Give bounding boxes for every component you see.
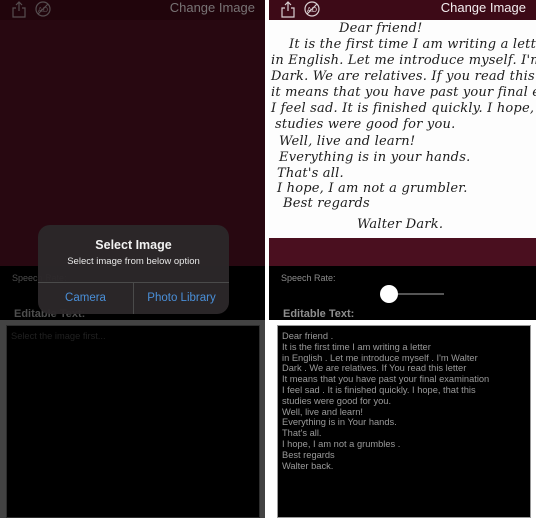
text-line: Dear friend . (282, 331, 334, 341)
text-line: It is the first time I am writing a lett… (282, 341, 431, 352)
letter-line: Best regards (283, 196, 370, 211)
letter-line: in English. Let me introduce myself. I'm… (271, 53, 536, 68)
text-line: Everything is in Your hands. (282, 417, 397, 428)
alert-title: Select Image (95, 238, 172, 252)
left-screen: AD Change Image Speech Rate: Editable Te… (0, 0, 265, 518)
letter-line: It is the first time I am writing a lett… (289, 37, 536, 52)
speech-rate-slider-thumb[interactable] (380, 285, 398, 303)
letter-line: studies were good for you. (275, 117, 456, 132)
letter-line: Dark. We are relatives. If you read this… (271, 69, 536, 84)
text-line: studies were good for you. (282, 395, 392, 406)
text-line: in English . Let me introduce myself . I… (282, 352, 478, 363)
change-image-button[interactable]: Change Image (441, 0, 526, 16)
text-line: Best regards (282, 449, 335, 460)
letter-image: Dear friend! It is the first time I am w… (269, 20, 536, 238)
letter-line: I hope, I am not a grumbler. (277, 181, 468, 196)
letter-line: That's all. (277, 166, 344, 181)
letter-line: it means that you have past your final e… (271, 85, 536, 100)
text-line: It means that you have past your final e… (282, 374, 490, 385)
camera-button[interactable]: Camera (38, 283, 133, 314)
letter-line: I feel sad. It is finished quickly. I ho… (271, 101, 536, 116)
no-ads-icon[interactable]: AD (303, 0, 321, 18)
text-line: Dark . We are relatives. If You read thi… (282, 363, 467, 374)
letter-line: Well, live and learn! (279, 134, 416, 149)
text-line: Walter back. (282, 460, 334, 471)
editable-text-area[interactable]: Dear friend . It is the first time I am … (277, 325, 531, 518)
text-line: That's all. (282, 428, 322, 439)
photo-library-button[interactable]: Photo Library (134, 283, 229, 314)
editable-text-label: Editable Text: (283, 308, 355, 320)
alert-message: Select image from below option (67, 256, 200, 267)
navbar: AD Change Image (269, 0, 536, 20)
right-screen: Dear friend! It is the first time I am w… (269, 0, 536, 518)
share-icon[interactable] (279, 0, 297, 18)
select-image-alert: Select Image Select image from below opt… (38, 225, 229, 314)
letter-line: Everything is in your hands. (279, 150, 471, 165)
letter-line: Walter Dark. (357, 217, 444, 232)
speech-rate-label: Speech Rate: (281, 273, 336, 283)
letter-line: Dear friend! (339, 21, 423, 36)
text-line: Well, live and learn! (282, 406, 363, 417)
text-line: I feel sad . It is finished quickly. I h… (282, 384, 476, 395)
text-line: I hope, I am not a grumbles . (282, 438, 401, 449)
